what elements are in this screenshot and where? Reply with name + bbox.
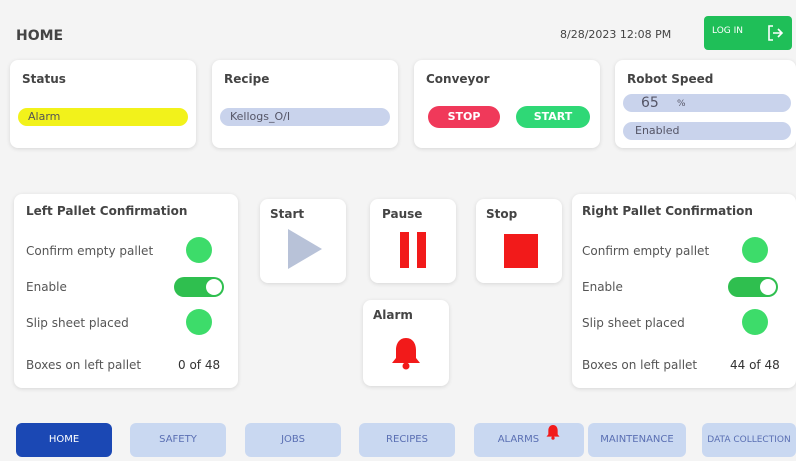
nav-data-collection[interactable]: DATA COLLECTION [702, 423, 796, 457]
toggle-knob [760, 279, 776, 295]
bell-icon [546, 421, 560, 455]
recipe-value[interactable]: Kellogs_O/I [220, 108, 390, 126]
robot-speed-state: Enabled [623, 122, 791, 140]
right-boxes-value: 44 of 48 [730, 358, 780, 372]
start-tile[interactable]: Start [260, 199, 346, 283]
left-pallet-title: Left Pallet Confirmation [26, 204, 188, 218]
pause-label: Pause [382, 207, 423, 221]
right-slip-indicator[interactable] [742, 309, 768, 335]
conveyor-card: Conveyor STOP START [414, 60, 600, 148]
robot-speed-field[interactable]: 65 % [623, 94, 791, 112]
robot-speed-title: Robot Speed [627, 72, 714, 86]
right-boxes-label: Boxes on left pallet [582, 358, 698, 372]
robot-speed-unit: % [677, 99, 686, 109]
pause-tile[interactable]: Pause [370, 199, 456, 283]
left-enable-toggle[interactable] [174, 277, 224, 297]
stop-square-icon [504, 234, 538, 272]
nav-alarms-label: ALARMS [497, 434, 540, 445]
status-badge: Alarm [18, 108, 188, 126]
nav-recipes[interactable]: RECIPES [359, 423, 455, 457]
left-confirm-indicator[interactable] [186, 237, 212, 263]
bell-icon [391, 336, 421, 374]
recipe-card: Recipe Kellogs_O/I [212, 60, 398, 148]
robot-speed-value: 65 [641, 95, 659, 111]
conveyor-title: Conveyor [426, 72, 490, 86]
alarm-label: Alarm [373, 308, 413, 322]
conveyor-stop-button[interactable]: STOP [428, 106, 500, 128]
toggle-knob [206, 279, 222, 295]
left-confirm-label: Confirm empty pallet [26, 244, 154, 258]
nav-safety[interactable]: SAFETY [130, 423, 226, 457]
stop-tile[interactable]: Stop [476, 199, 562, 283]
left-slip-indicator[interactable] [186, 309, 212, 335]
conveyor-start-button[interactable]: START [516, 106, 590, 128]
start-label: Start [270, 207, 305, 221]
right-enable-label: Enable [582, 280, 623, 294]
nav-maintenance[interactable]: MAINTENANCE [588, 423, 686, 457]
right-enable-toggle[interactable] [728, 277, 778, 297]
login-button[interactable]: LOG IN [704, 16, 792, 50]
right-pallet-card: Right Pallet Confirmation Confirm empty … [572, 194, 796, 388]
play-icon [288, 229, 322, 273]
right-slip-label: Slip sheet placed [582, 316, 685, 330]
left-boxes-value: 0 of 48 [178, 358, 221, 372]
right-confirm-indicator[interactable] [742, 237, 768, 263]
datetime: 8/28/2023 12:08 PM [560, 28, 672, 41]
right-confirm-label: Confirm empty pallet [582, 244, 710, 258]
right-pallet-title: Right Pallet Confirmation [582, 204, 753, 218]
page-title: HOME [16, 28, 64, 44]
nav-alarms[interactable]: ALARMS [474, 423, 584, 457]
left-pallet-card: Left Pallet Confirmation Confirm empty p… [14, 194, 238, 388]
left-boxes-label: Boxes on left pallet [26, 358, 142, 372]
nav-home[interactable]: HOME [16, 423, 112, 457]
status-card: Status Alarm [10, 60, 196, 148]
recipe-title: Recipe [224, 72, 270, 86]
login-label: LOG IN [712, 26, 743, 36]
pause-icon [400, 232, 426, 272]
left-slip-label: Slip sheet placed [26, 316, 129, 330]
status-title: Status [22, 72, 66, 86]
left-enable-label: Enable [26, 280, 67, 294]
alarm-tile[interactable]: Alarm [363, 300, 449, 386]
nav-jobs[interactable]: JOBS [245, 423, 341, 457]
stop-label: Stop [486, 207, 518, 221]
robot-speed-card: Robot Speed 65 % Enabled [615, 60, 796, 148]
login-icon [766, 24, 784, 46]
